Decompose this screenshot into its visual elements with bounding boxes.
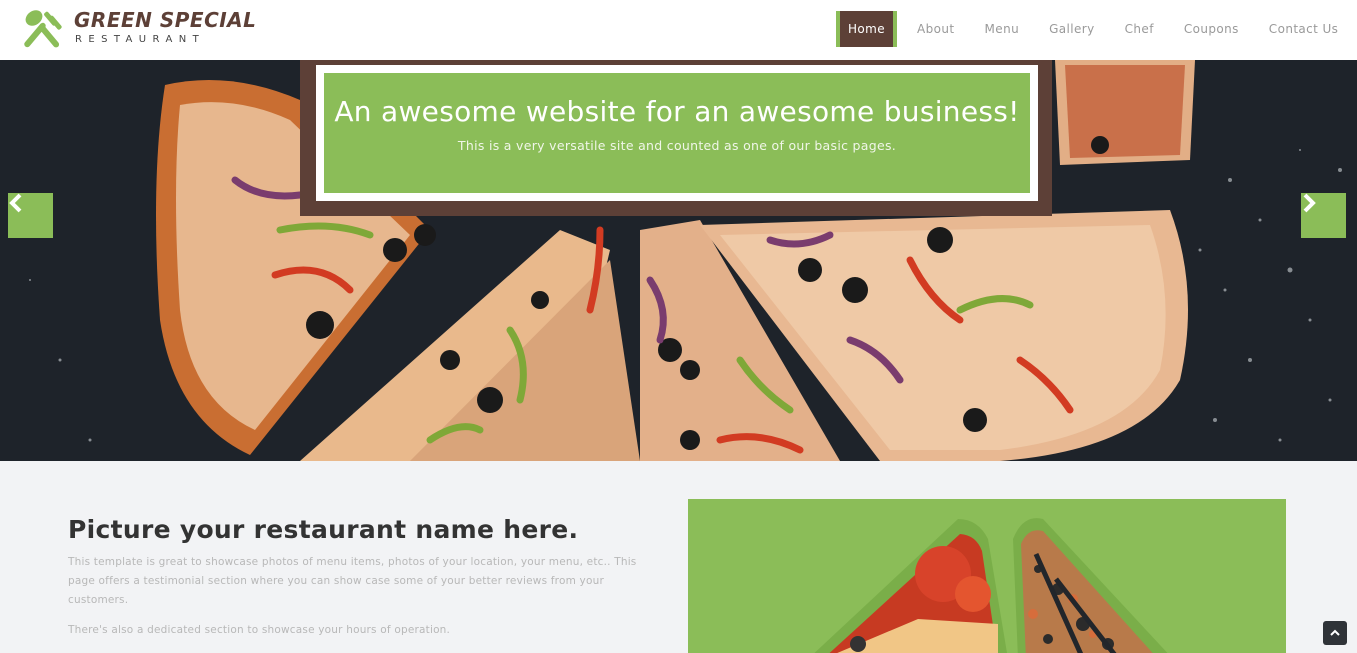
logo-subtitle: RESTAURANT xyxy=(75,34,206,45)
about-paragraph-2: There's also a dedicated section to show… xyxy=(68,624,451,636)
nav-chef[interactable]: Chef xyxy=(1125,22,1154,36)
nav-home[interactable]: Home xyxy=(836,11,898,47)
hero-subtitle: This is a very versatile site and counte… xyxy=(457,138,897,153)
chevron-left-icon xyxy=(9,193,22,213)
nav-gallery[interactable]: Gallery xyxy=(1049,22,1095,36)
slider-next-button[interactable] xyxy=(1301,193,1346,238)
chevron-right-icon xyxy=(1303,193,1316,213)
feature-image-box xyxy=(688,499,1286,653)
main-nav: Home About Menu Gallery Chef Coupons Con… xyxy=(836,11,1357,47)
scroll-top-button[interactable] xyxy=(1323,621,1347,645)
about-title: Picture your restaurant name here. xyxy=(68,515,579,544)
nav-about[interactable]: About xyxy=(917,22,954,36)
nav-menu[interactable]: Menu xyxy=(985,22,1020,36)
site-header: GREEN SPECIAL RESTAURANT Home About Menu… xyxy=(0,0,1357,60)
nav-coupons[interactable]: Coupons xyxy=(1184,22,1239,36)
hero-caption: An awesome website for an awesome busine… xyxy=(324,73,1030,193)
hero-title: An awesome website for an awesome busine… xyxy=(334,95,1020,128)
logo-title: GREEN SPECIAL xyxy=(74,8,257,32)
feature-food-image xyxy=(688,499,1286,653)
about-section: Picture your restaurant name here. This … xyxy=(0,461,1357,653)
slider-prev-button[interactable] xyxy=(8,193,53,238)
chevron-up-icon xyxy=(1330,629,1340,636)
logo[interactable]: GREEN SPECIAL RESTAURANT xyxy=(20,8,256,52)
nav-contact-us[interactable]: Contact Us xyxy=(1269,22,1339,36)
about-paragraph-1: This template is great to showcase photo… xyxy=(68,556,637,606)
fork-knife-icon xyxy=(24,10,62,48)
